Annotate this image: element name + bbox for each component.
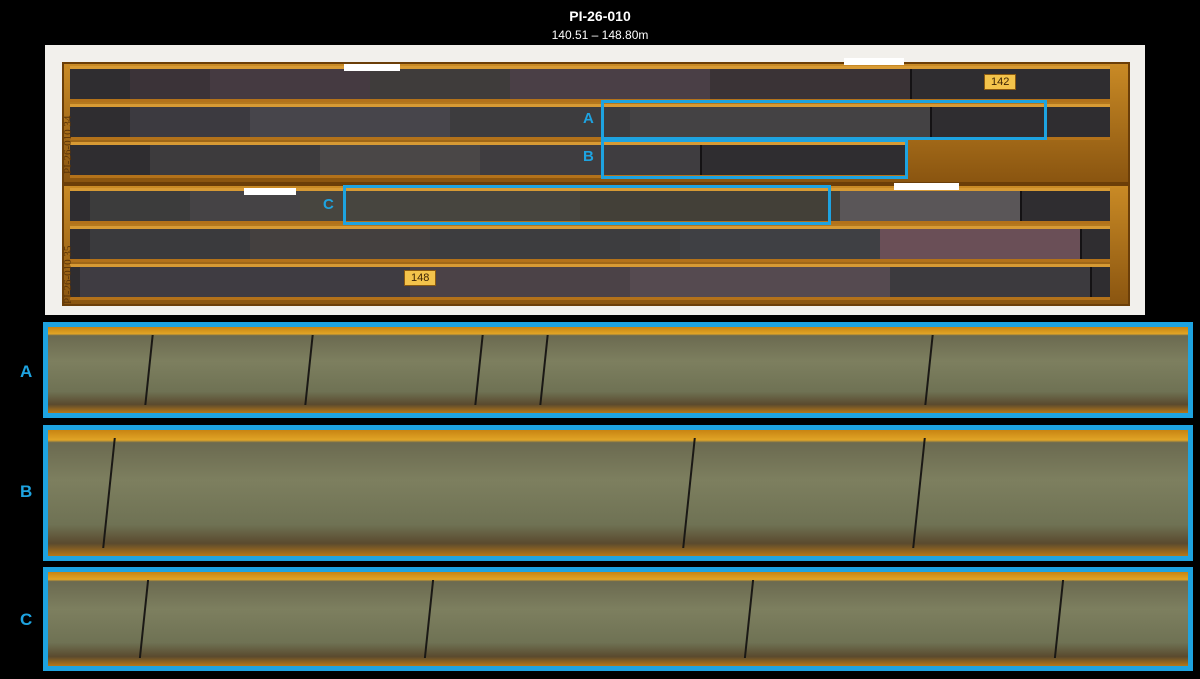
highlight-label-c: C: [323, 196, 334, 213]
core-row: [70, 264, 1110, 300]
depth-interval: 140.51 – 148.80m: [551, 28, 649, 42]
core-row: [70, 226, 1110, 262]
zoom-label-a: A: [20, 362, 33, 381]
core-hole-id: PI-26-010: [569, 8, 631, 24]
depth-tag: 142: [984, 74, 1017, 90]
highlight-box-a: [601, 100, 1047, 140]
zoom-panel-a: [43, 322, 1193, 418]
highlight-label-b: B: [583, 148, 594, 165]
highlight-box-c: [343, 185, 831, 225]
box-label: PI-26-010 34: [62, 115, 74, 174]
zoom-panel-c: [43, 567, 1193, 671]
core-row: [70, 66, 1110, 102]
depth-tag: 148: [404, 270, 437, 286]
zoom-label-b: B: [20, 482, 33, 501]
zoom-panel-b: [43, 425, 1193, 561]
highlight-box-b: [601, 139, 908, 179]
box-label: PI-26-010 35: [62, 245, 74, 304]
highlight-label-a: A: [583, 110, 594, 127]
zoom-label-c: C: [20, 610, 33, 629]
